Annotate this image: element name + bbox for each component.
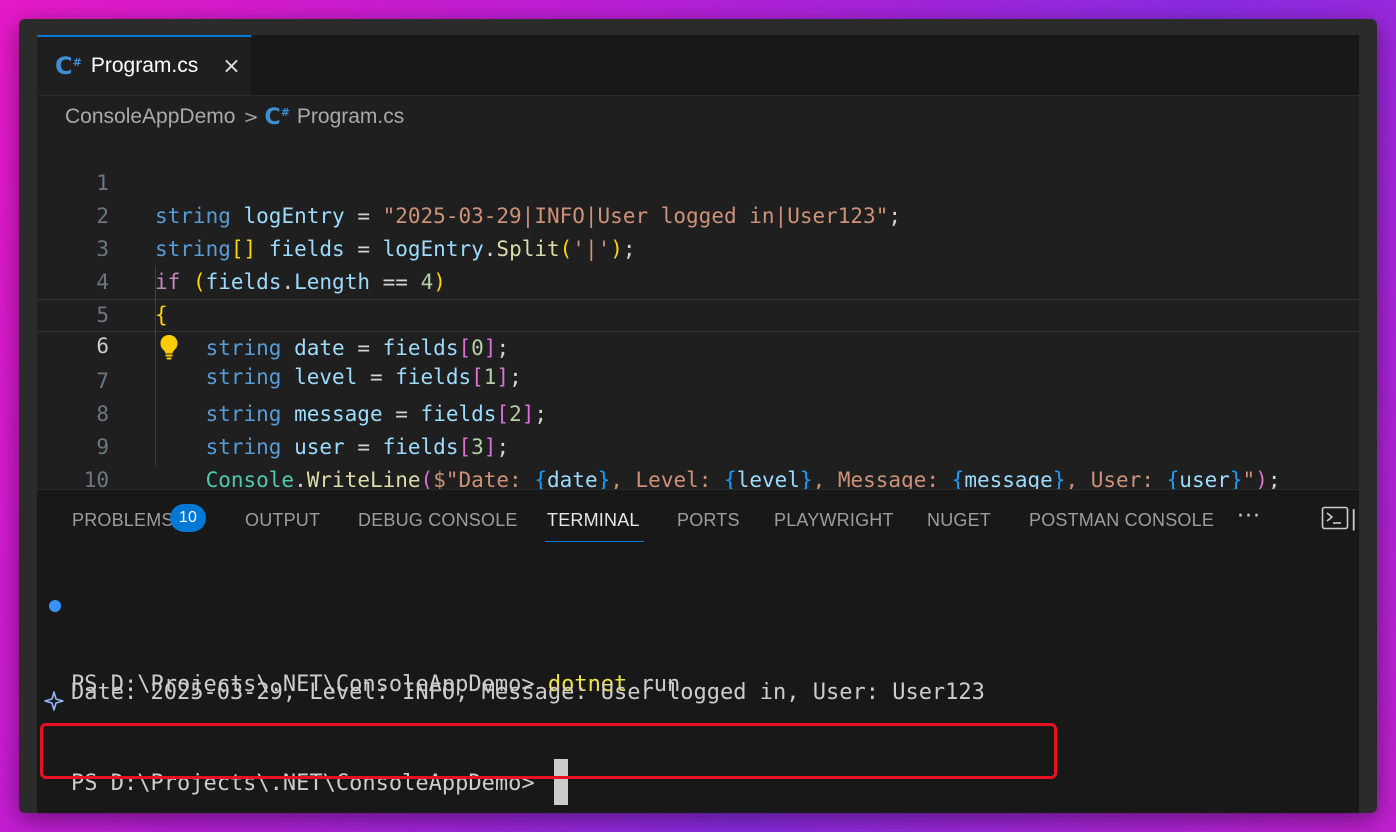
csharp-file-icon: C # bbox=[264, 104, 290, 130]
tab-label: Program.cs bbox=[90, 54, 199, 77]
problems-count-badge: 10 bbox=[170, 504, 206, 532]
tab-label: NUGET bbox=[927, 510, 991, 530]
tab-postman-console[interactable]: POSTMAN CONSOLE bbox=[1029, 510, 1214, 540]
terminal-icon[interactable] bbox=[1321, 506, 1349, 530]
tab-label: PROBLEMS bbox=[72, 510, 174, 530]
panel-tabs: PROBLEMS 10 OUTPUT DEBUG CONSOLE TERMINA… bbox=[37, 490, 1359, 552]
tab-problems[interactable]: PROBLEMS 10 bbox=[72, 504, 206, 540]
command-status-dot-icon[interactable] bbox=[49, 600, 61, 612]
tab-output[interactable]: OUTPUT bbox=[245, 510, 320, 540]
lightbulb-icon[interactable] bbox=[159, 334, 179, 360]
tab-terminal[interactable]: TERMINAL bbox=[545, 510, 644, 542]
code-line-current[interactable]: 6 string level = fields[1]; bbox=[37, 299, 1359, 389]
terminal-line: Date: 2025-03-29, Level: INFO, Message: … bbox=[37, 633, 985, 705]
tab-nuget[interactable]: NUGET bbox=[927, 510, 991, 540]
breadcrumb: ConsoleAppDemo > C # Program.cs bbox=[65, 101, 404, 133]
tab-label: PLAYWRIGHT bbox=[774, 510, 894, 530]
breadcrumb-separator: > bbox=[243, 106, 259, 128]
code-editor[interactable]: 1 string logEntry = "2025-03-29|INFO|Use… bbox=[37, 134, 1359, 525]
tab-program-cs[interactable]: C # Program.cs × bbox=[37, 35, 251, 95]
tab-debug-console[interactable]: DEBUG CONSOLE bbox=[358, 510, 518, 540]
code-line[interactable]: 9 Console.WriteLine($"Date: {date}, Leve… bbox=[37, 398, 1359, 492]
sparkle-icon[interactable] bbox=[43, 690, 65, 712]
tab-label: TERMINAL bbox=[547, 510, 640, 530]
code-line[interactable]: 4 { bbox=[37, 233, 1359, 327]
tab-label: PORTS bbox=[677, 510, 740, 530]
code-line[interactable]: 1 string logEntry = "2025-03-29|INFO|Use… bbox=[37, 134, 1359, 228]
tab-ports[interactable]: PORTS bbox=[677, 510, 740, 540]
code-line[interactable]: 10 } bbox=[37, 431, 1359, 525]
vscode-editor: C # Program.cs × ConsoleAppDemo > C # Prog… bbox=[37, 35, 1359, 813]
csharp-file-icon: C # bbox=[55, 52, 82, 80]
bottom-panel: PROBLEMS 10 OUTPUT DEBUG CONSOLE TERMINA… bbox=[37, 489, 1359, 813]
tab-label: OUTPUT bbox=[245, 510, 321, 530]
code-line[interactable]: 2 string[] fields = logEntry.Split('|'); bbox=[37, 167, 1359, 261]
tab-bar: C # Program.cs × bbox=[37, 35, 1359, 96]
code-line[interactable]: 7 string message = fields[2]; bbox=[37, 332, 1359, 426]
breadcrumb-project[interactable]: ConsoleAppDemo bbox=[65, 105, 235, 129]
code-line[interactable]: 8 string user = fields[3]; bbox=[37, 365, 1359, 459]
code-line[interactable]: 5 string date = fields[0]; bbox=[37, 266, 1359, 360]
editor-window: C # Program.cs × ConsoleAppDemo > C # Prog… bbox=[19, 19, 1377, 813]
terminal-output: Date: 2025-03-29, Level: INFO, Message: … bbox=[71, 680, 985, 705]
output-highlight-box bbox=[40, 723, 1057, 779]
terminal-dropdown-icon[interactable]: ▏ bbox=[1353, 510, 1359, 531]
more-actions-icon[interactable]: ··· bbox=[1237, 504, 1261, 529]
breadcrumb-file[interactable]: Program.cs bbox=[297, 105, 404, 129]
tab-label: POSTMAN CONSOLE bbox=[1029, 510, 1215, 530]
tab-playwright[interactable]: PLAYWRIGHT bbox=[774, 510, 894, 540]
terminal-line: PS D:\Projects\.NET\ConsoleAppDemo> dotn… bbox=[37, 585, 680, 697]
close-icon[interactable]: × bbox=[222, 54, 240, 79]
tab-label: DEBUG CONSOLE bbox=[358, 510, 518, 530]
code-line[interactable]: 3 if (fields.Length == 4) bbox=[37, 200, 1359, 294]
terminal-line: PS D:\Projects\.NET\ConsoleAppDemo> bbox=[37, 681, 568, 805]
